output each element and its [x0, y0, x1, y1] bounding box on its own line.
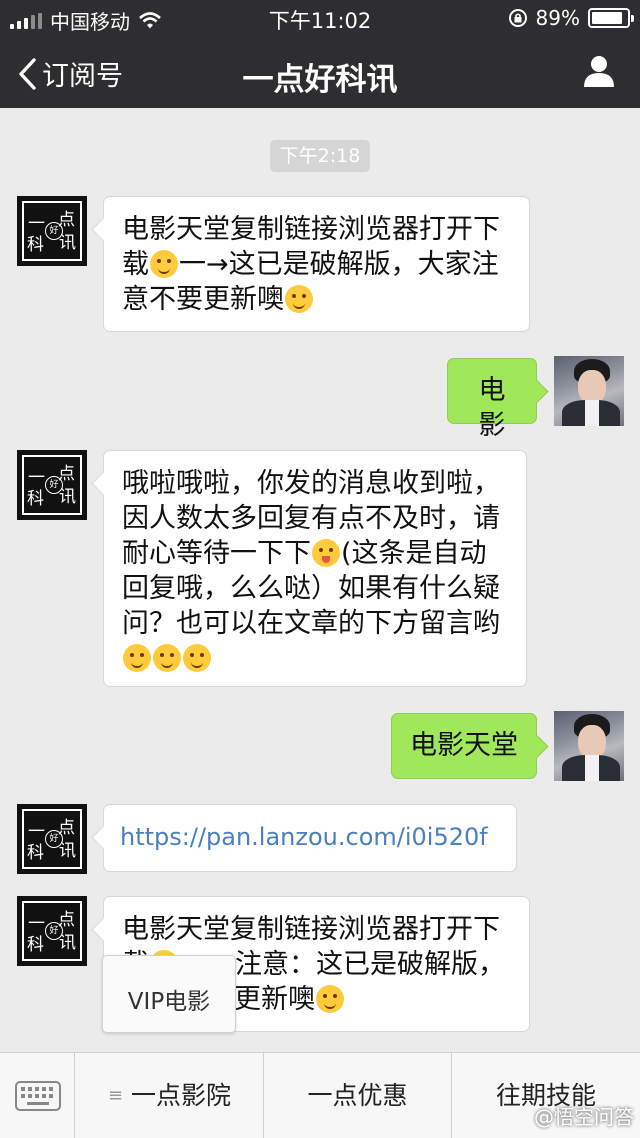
message-text: (这条是自动 — [341, 538, 487, 569]
user-avatar[interactable] — [554, 711, 624, 781]
hug-emoji-icon — [123, 644, 151, 672]
battery-icon — [588, 8, 634, 28]
message-text: 因人数太多回复有点不及时，请 — [122, 503, 500, 534]
avatar-char: 讯 — [59, 933, 76, 953]
account-avatar[interactable]: 一 点 好 科 讯 — [17, 450, 87, 520]
rotation-lock-icon — [508, 9, 527, 27]
message-text: 更新噢 — [234, 984, 315, 1015]
hug-emoji-icon — [153, 644, 181, 672]
message-bubble[interactable]: 哦啦哦啦，你发的消息收到啦， 因人数太多回复有点不及时，请 耐心等待一下下 (这条… — [103, 450, 527, 687]
message-text: 载 — [122, 249, 149, 280]
avatar-char: 讯 — [59, 841, 76, 861]
battery-percent: 89% — [535, 6, 580, 30]
status-bar: 中国移动 下午11:02 89% — [0, 0, 640, 36]
message-bubble[interactable]: 电影天堂复制链接浏览器打开下 载一→这已是破解版，大家注 意不要更新噢 — [103, 196, 530, 332]
wink-emoji-icon — [150, 250, 178, 278]
message-text: 问？也可以在文章的下方留言哟 — [122, 608, 500, 639]
message-text: 电影天堂复制链接浏览器打开下 — [122, 914, 500, 945]
chat-title: 一点好科讯 — [242, 62, 398, 98]
account-avatar[interactable]: 一 点 好 科 讯 — [17, 196, 87, 266]
user-message-bubble[interactable]: 电影天堂 — [391, 713, 537, 779]
avatar-char: 讯 — [59, 487, 76, 507]
avatar-char: 科 — [27, 489, 44, 509]
bottom-menu-bar: ≡ 一点影院 一点优惠 往期技能 @悟空问答 — [0, 1052, 640, 1138]
avatar-char: 科 — [27, 843, 44, 863]
account-avatar[interactable]: 一 点 好 科 讯 — [17, 804, 87, 874]
message-text: 一→这已是破解版，大家注 — [179, 249, 499, 280]
watermark: @悟空问答 — [534, 1105, 634, 1129]
avatar-char: 科 — [27, 235, 44, 255]
avatar-char: 讯 — [59, 233, 76, 253]
message-text: 注意：这已是破解版， — [235, 949, 505, 980]
message-text: 哦啦哦啦，你发的消息收到啦， — [122, 468, 500, 499]
menu-item-cinema[interactable]: ≡ 一点影院 — [76, 1053, 264, 1138]
message-text: 电影天堂复制链接浏览器打开下 — [122, 214, 500, 245]
submenu-item-vip-movies[interactable]: VIP电影 — [102, 955, 236, 1033]
download-link[interactable]: https://pan.lanzou.com/i0i520f — [120, 823, 488, 851]
account-avatar[interactable]: 一 点 好 科 讯 — [17, 896, 87, 966]
message-text: 回复哦，么么哒）如果有什么疑 — [122, 573, 500, 604]
link-message-bubble: https://pan.lanzou.com/i0i520f — [103, 804, 517, 872]
message-text: 电影天堂 — [410, 730, 518, 761]
menu-item-label: 一点影院 — [131, 1081, 232, 1110]
menu-item-deals[interactable]: 一点优惠 — [264, 1053, 452, 1138]
person-icon[interactable] — [582, 54, 616, 88]
nav-bar: 订阅号 一点好科讯 — [0, 36, 640, 108]
keyboard-icon — [15, 1081, 61, 1111]
message-text: 电影 — [478, 375, 506, 441]
status-right: 89% — [508, 6, 634, 30]
hug-emoji-icon — [183, 644, 211, 672]
user-avatar[interactable] — [554, 356, 624, 426]
avatar-char: 科 — [27, 935, 44, 955]
menu-lines-icon: ≡ — [107, 1085, 124, 1106]
menu-item-label: 一点优惠 — [307, 1081, 408, 1110]
thinking-emoji-icon — [285, 285, 313, 313]
keyboard-toggle-button[interactable] — [0, 1053, 75, 1138]
thinking-emoji-icon — [316, 985, 344, 1013]
message-text: 耐心等待一下下 — [122, 538, 311, 569]
battery-fill — [592, 12, 623, 24]
message-text: 意不要更新噢 — [122, 284, 284, 315]
tongue-emoji-icon — [312, 539, 340, 567]
user-message-bubble[interactable]: 电影 — [447, 358, 537, 441]
chat-timestamp: 下午2:18 — [270, 140, 370, 172]
